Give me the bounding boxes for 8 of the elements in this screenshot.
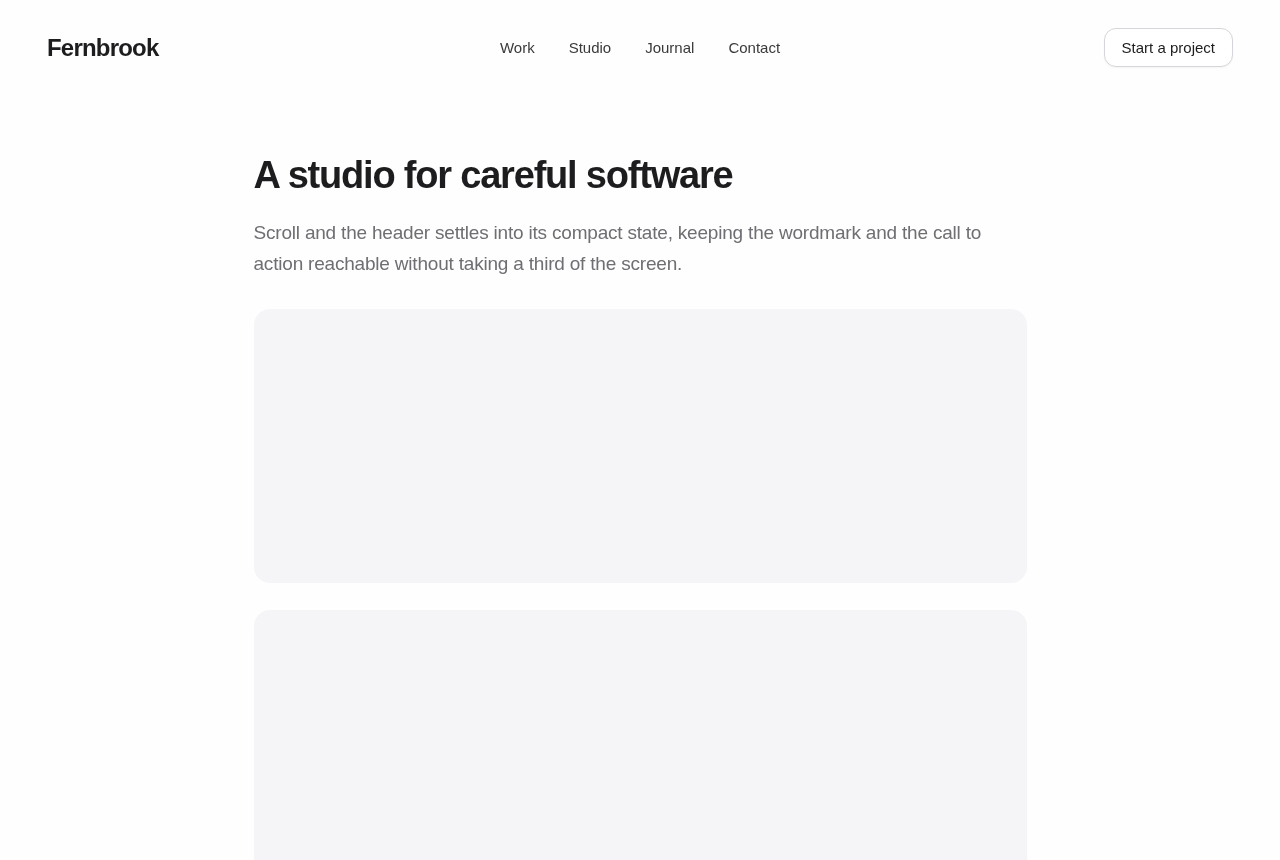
nav-link[interactable]: Studio	[568, 39, 612, 56]
wordmark[interactable]: Fernbrook	[47, 33, 159, 62]
nav-link[interactable]: Journal	[645, 39, 695, 56]
page-heading: A studio for careful software	[253, 153, 734, 198]
start-project-button[interactable]: Start a project	[1103, 28, 1233, 67]
nav-link[interactable]: Work	[499, 39, 535, 56]
intro-paragraph: Scroll and the header settles into its compact state, keeping the wordmark and the call to action reachable without taking a third of the screen.	[253, 221, 983, 276]
nav-link[interactable]: Contact	[728, 39, 781, 56]
